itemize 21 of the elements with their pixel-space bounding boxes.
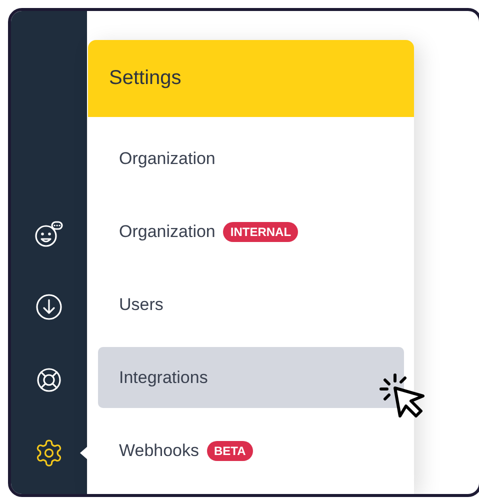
sidebar-button[interactable] <box>35 366 63 394</box>
menu-item-label: Webhooks <box>119 440 200 460</box>
menu-item-label: Users <box>119 294 164 314</box>
menu-title: Settings <box>109 67 182 90</box>
menu-item-label: Integrations <box>119 368 208 388</box>
menu-item[interactable]: Webhooks BETA <box>98 420 404 481</box>
menu-item[interactable]: Organization <box>98 128 404 189</box>
smiley-chat-icon <box>34 220 64 248</box>
menu-item[interactable]: Integrations <box>98 347 404 408</box>
sidebar-button[interactable] <box>35 292 63 320</box>
status-badge: BETA <box>207 440 253 460</box>
menu-item-label: Organization <box>119 222 216 242</box>
sidebar-button[interactable] <box>34 220 64 248</box>
status-badge: INTERNAL <box>223 222 298 242</box>
menu-item[interactable]: Organization INTERNAL <box>98 201 404 262</box>
sidebar-button[interactable] <box>34 438 64 468</box>
lifebuoy-icon <box>35 366 63 394</box>
menu-item[interactable]: Users <box>98 274 404 335</box>
menu-item-label: Organization <box>119 148 216 168</box>
settings-icon <box>34 438 64 468</box>
download-icon <box>35 292 63 320</box>
